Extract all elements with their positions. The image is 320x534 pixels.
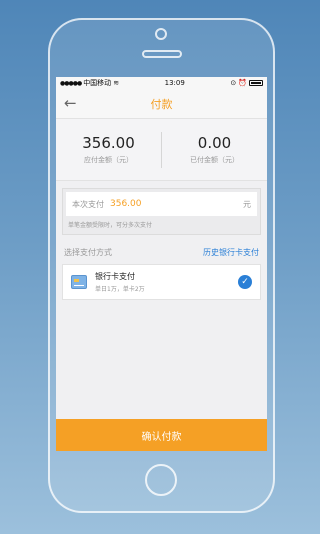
- bank-card-text: 银行卡支付 单日1万，单卡2万: [95, 271, 238, 293]
- payment-hint: 单笔金额受限时，可分多次支付: [68, 222, 153, 229]
- paid-amount-block: 0.00 已付金额（元）: [162, 134, 267, 165]
- payment-amount-value[interactable]: 356.00: [110, 199, 243, 209]
- confirm-payment-button[interactable]: 确认付款: [56, 419, 267, 451]
- bank-card-name: 银行卡支付: [95, 272, 135, 281]
- due-amount: 356.00: [82, 134, 135, 152]
- checkmark-icon: ✓: [238, 275, 252, 289]
- status-bar: ●●●●● 中国移动 ≋ 13:09 ⊙ ⏰: [56, 77, 267, 89]
- due-amount-label: 应付金额（元）: [84, 156, 133, 164]
- arrow-left-icon[interactable]: ←: [64, 95, 77, 111]
- payment-summary: 356.00 应付金额（元） 0.00 已付金额（元）: [56, 119, 267, 181]
- due-amount-block: 356.00 应付金额（元）: [56, 134, 161, 165]
- bank-card-option[interactable]: 银行卡支付 单日1万，单卡2万 ✓: [62, 264, 261, 300]
- lock-rotation-icon: ⊙: [230, 79, 237, 87]
- paid-amount: 0.00: [197, 134, 232, 152]
- speaker-icon: [142, 50, 182, 58]
- signal-icon: ●●●●●: [60, 79, 82, 87]
- battery-icon: [249, 80, 263, 86]
- wifi-icon: ≋: [113, 79, 120, 87]
- payment-amount-unit: 元: [243, 199, 251, 209]
- app-screen: ●●●●● 中国移动 ≋ 13:09 ⊙ ⏰ ← 付款 356.00 应付金额（…: [56, 77, 267, 451]
- payment-method-header: 选择支付方式 历史银行卡支付: [56, 247, 267, 258]
- payment-amount-label: 本次支付: [72, 199, 104, 209]
- payment-method-title: 选择支付方式: [64, 248, 112, 257]
- carrier-name: 中国移动: [83, 79, 112, 87]
- status-time: 13:09: [164, 79, 185, 87]
- history-card-link[interactable]: 历史银行卡支付: [203, 247, 259, 258]
- payment-amount-box: 本次支付 356.00 元 单笔金额受限时，可分多次支付: [62, 188, 261, 235]
- home-button[interactable]: [145, 464, 177, 496]
- paid-amount-label: 已付金额（元）: [190, 156, 239, 164]
- page-title: 付款: [150, 97, 173, 111]
- bank-card-limit: 单日1万，单卡2万: [95, 286, 145, 293]
- nav-bar: ← 付款: [56, 89, 267, 119]
- camera-icon: [155, 28, 167, 40]
- payment-amount-field[interactable]: 本次支付 356.00 元: [66, 192, 257, 216]
- bank-card-icon: [71, 275, 87, 289]
- alarm-icon: ⏰: [238, 79, 247, 87]
